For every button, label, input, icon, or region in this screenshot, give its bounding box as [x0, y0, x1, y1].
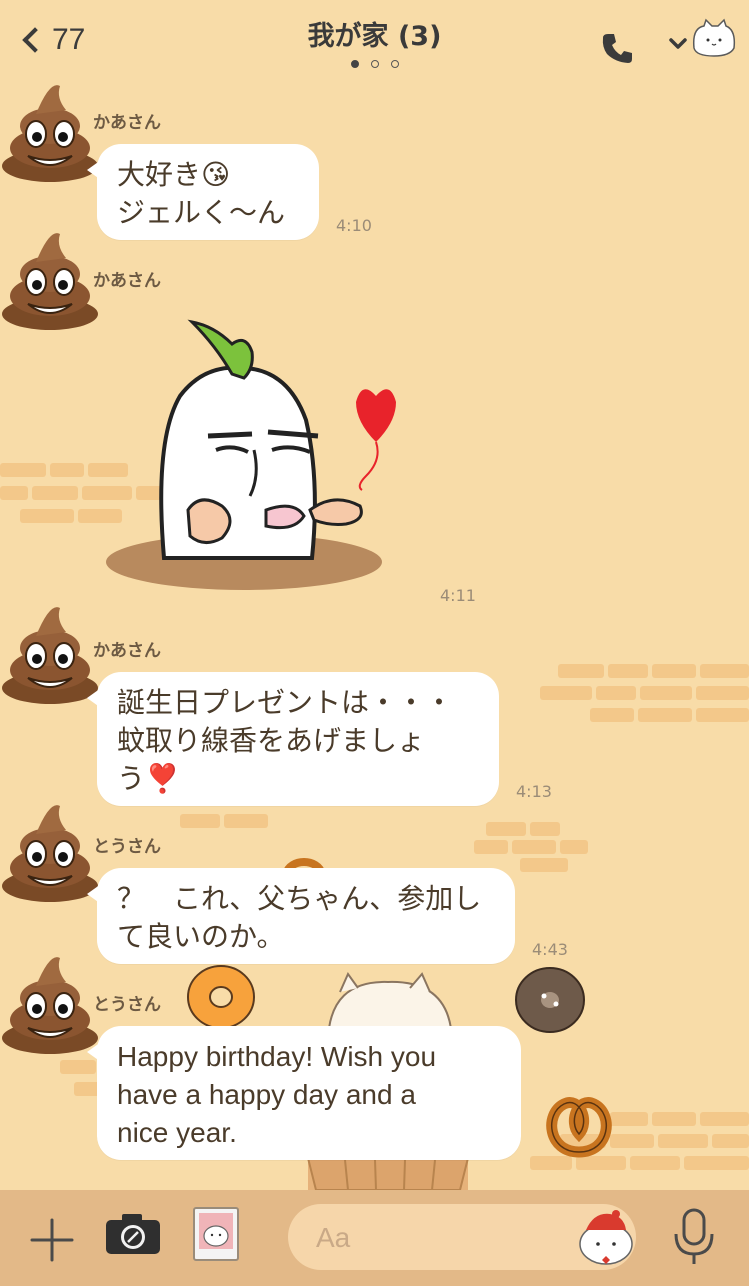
- chevron-down-icon[interactable]: [668, 34, 688, 54]
- camera-icon[interactable]: [104, 1210, 162, 1258]
- message-time: 4:43: [532, 940, 568, 959]
- photo-icon[interactable]: [192, 1206, 240, 1262]
- daikon-kiss-sticker-icon[interactable]: [104, 300, 420, 600]
- chat-title: 我が家 (3): [307, 21, 442, 52]
- poop-emoji-avatar[interactable]: [0, 946, 100, 1056]
- orange-donut-icon: [187, 965, 255, 1029]
- page-dot: [370, 60, 379, 68]
- message-line: 誕生日プレゼントは・・・: [117, 686, 454, 719]
- message-bubble[interactable]: 大好き😘 ジェルく〜ん: [87, 144, 319, 240]
- message-line: Happy birthday! Wish you: [117, 1041, 437, 1072]
- message-bubble[interactable]: Happy birthday! Wish you have a happy da…: [87, 1026, 521, 1160]
- sender-name: とうさん: [93, 837, 161, 857]
- message-line: う❣️: [117, 762, 180, 795]
- message-line: have a happy day and a: [117, 1079, 416, 1110]
- message-time: 4:10: [336, 216, 372, 235]
- page-dot: [350, 60, 359, 68]
- sender-name: かあさん: [93, 271, 161, 291]
- message-time: 4:13: [516, 782, 552, 801]
- phone-call-icon[interactable]: [600, 30, 636, 66]
- cat-avatar-icon[interactable]: [690, 18, 736, 58]
- sender-name: とうさん: [93, 995, 161, 1015]
- poop-emoji-avatar[interactable]: [0, 222, 100, 332]
- poop-emoji-avatar[interactable]: [0, 596, 100, 706]
- input-placeholder: Aa: [316, 1222, 351, 1253]
- pretzel-icon: [546, 1097, 612, 1158]
- plus-icon[interactable]: [28, 1216, 76, 1264]
- message-input-bar: Aa: [0, 1190, 749, 1286]
- sender-name: かあさん: [93, 113, 161, 133]
- message-line: nice year.: [117, 1117, 237, 1148]
- sticker-icon[interactable]: [576, 1206, 636, 1268]
- message-line: 大好き😘: [117, 158, 231, 191]
- message-time: 4:11: [440, 586, 476, 605]
- chocolate-donut-icon: [515, 967, 585, 1033]
- page-indicator: [0, 60, 749, 68]
- message-line: ジェルく〜ん: [117, 196, 286, 229]
- sender-name: かあさん: [93, 641, 161, 661]
- microphone-icon[interactable]: [672, 1208, 716, 1266]
- message-line: ？ これ、父ちゃん、参加し: [117, 882, 482, 915]
- message-line: 蚊取り線香をあげましょ: [117, 724, 426, 757]
- message-bubble[interactable]: ？ これ、父ちゃん、参加し て良いのか。: [87, 868, 515, 964]
- page-dot: [390, 60, 399, 68]
- message-line: て良いのか。: [117, 920, 285, 953]
- poop-emoji-avatar[interactable]: [0, 794, 100, 904]
- message-bubble[interactable]: 誕生日プレゼントは・・・ 蚊取り線香をあげましょ う❣️: [87, 672, 499, 806]
- poop-emoji-avatar[interactable]: [0, 74, 100, 184]
- chat-header: 77 我が家 (3): [0, 0, 749, 82]
- message-input[interactable]: Aa: [288, 1204, 636, 1270]
